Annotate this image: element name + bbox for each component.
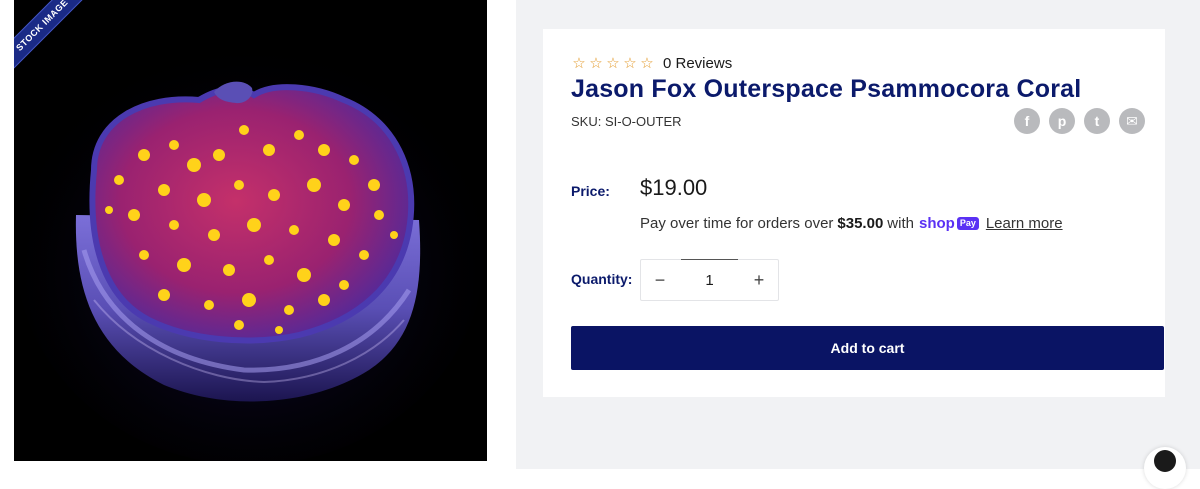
product-gallery: STOCK IMAGE (0, 0, 516, 469)
quantity-input[interactable] (679, 261, 740, 299)
installments-suffix: with (887, 215, 914, 232)
add-to-cart-button[interactable]: Add to cart (571, 326, 1164, 370)
review-count[interactable]: 0 Reviews (663, 55, 732, 72)
star-icon: ☆ (572, 55, 586, 72)
product-card: ☆ ☆ ☆ ☆ ☆ 0 Reviews Jason Fox Outerspace… (543, 29, 1165, 397)
installments-prefix: Pay over time for orders over (640, 215, 834, 232)
reviews-summary[interactable]: ☆ ☆ ☆ ☆ ☆ 0 Reviews (571, 54, 732, 73)
quantity-accent-line (681, 259, 738, 260)
pinterest-icon[interactable]: p (1049, 108, 1075, 134)
twitter-icon[interactable]: t (1084, 108, 1110, 134)
decrease-quantity-button[interactable]: − (641, 260, 679, 300)
coral-photo (14, 0, 487, 461)
quantity-label: Quantity: (571, 271, 633, 287)
product-info-pane: ☆ ☆ ☆ ☆ ☆ 0 Reviews Jason Fox Outerspace… (516, 0, 1200, 489)
price-label: Price: (571, 183, 610, 199)
email-icon[interactable]: ✉ (1119, 108, 1145, 134)
share-buttons: f p t ✉ (1014, 108, 1145, 134)
facebook-icon[interactable]: f (1014, 108, 1040, 134)
quantity-stepper: − + (640, 259, 779, 301)
shop-pay-logo: shop Pay (919, 215, 979, 232)
star-icon: ☆ (640, 55, 654, 72)
chat-widget-button[interactable] (1144, 447, 1186, 489)
product-image[interactable]: STOCK IMAGE (14, 0, 487, 461)
star-icon: ☆ (606, 55, 620, 72)
shop-pay-pill: Pay (956, 217, 979, 230)
star-icon: ☆ (589, 55, 603, 72)
star-rating: ☆ ☆ ☆ ☆ ☆ (571, 54, 655, 72)
shop-pay-word: shop (918, 215, 955, 232)
product-price: $19.00 (640, 175, 708, 200)
increase-quantity-button[interactable]: + (740, 260, 778, 300)
installments-threshold: $35.00 (837, 215, 884, 232)
product-sku: SKU: SI-O-OUTER (571, 114, 682, 129)
learn-more-link[interactable]: Learn more (986, 215, 1063, 232)
product-title: Jason Fox Outerspace Psammocora Coral (571, 75, 1082, 103)
installments-message: Pay over time for orders over $35.00 wit… (640, 215, 1063, 232)
star-icon: ☆ (623, 55, 637, 72)
